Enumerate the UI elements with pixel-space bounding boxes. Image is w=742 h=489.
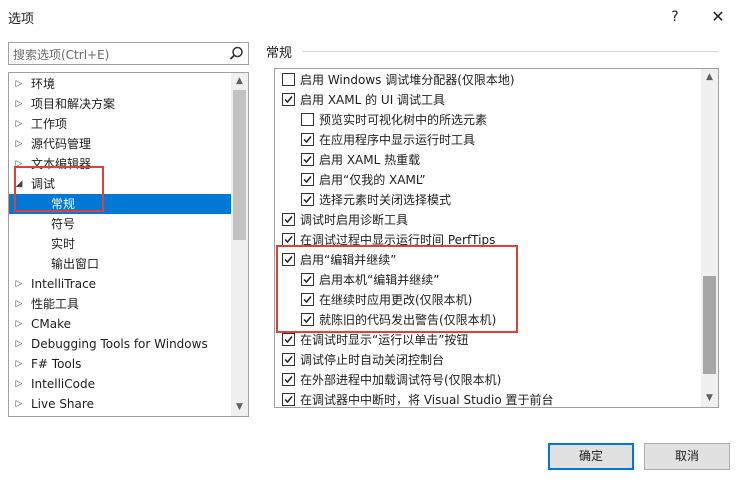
option-label: 预览实时可视化树中的所选元素 [319,113,488,127]
options-list[interactable]: 启用 Windows 调试堆分配器(仅限本地) 启用 XAML 的 UI 调试工具… [274,68,719,408]
tree-item-label: 项目和解决方案 [31,97,116,111]
tree-item[interactable]: ▷ 性能工具 [9,294,231,314]
option-label: 启用“仅我的 XAML” [319,173,426,187]
tree-item-label: IntelliCode [31,377,95,391]
checkmark-icon [303,156,312,164]
scroll-up-icon[interactable]: ▲ [231,73,248,90]
options-tree[interactable]: ▷ 环境 ▷ 项目和解决方案 ▷ 工作项 ▷ 源代码管理 ▷ 文本编辑器 ◢ 调试 常规 符号 实时 输出窗口… [8,72,249,417]
tree-item-label: 源代码管理 [31,137,92,151]
collapsed-arrow-icon[interactable]: ▷ [14,74,24,94]
checkbox-checked[interactable] [301,173,314,186]
tree-item-label: 工作项 [31,117,68,131]
tree-item-label: F# Tools [31,357,82,371]
collapsed-arrow-icon[interactable]: ▷ [14,294,24,314]
checkbox-checked[interactable] [282,93,295,106]
tree-item[interactable]: 符号 [9,214,231,234]
options-scroll-thumb[interactable] [703,276,716,374]
options-scrollbar[interactable]: ▲ ▼ [701,69,718,407]
checkmark-icon [284,376,293,384]
checkmark-icon [284,336,293,344]
scroll-down-icon[interactable]: ▼ [231,399,248,416]
option-label: 在外部进程中加载调试符号(仅限本机) [300,373,502,387]
search-icon[interactable] [228,45,245,62]
tree-item-label: CMake [31,317,71,331]
checkbox-unchecked[interactable] [301,113,314,126]
collapsed-arrow-icon[interactable]: ▷ [14,334,24,354]
collapsed-arrow-icon[interactable]: ▷ [14,314,24,334]
tree-item-label: Live Share [31,397,94,411]
collapsed-arrow-icon[interactable]: ▷ [14,274,24,294]
scroll-down-icon[interactable]: ▼ [701,390,718,407]
checkbox-checked[interactable] [282,393,295,406]
checkmark-icon [284,396,293,404]
tree-item-label: 符号 [51,217,76,231]
checkmark-icon [284,96,293,104]
checkbox-checked[interactable] [282,353,295,366]
option-label: 在调试器中中断时，将 Visual Studio 置于前台 [300,393,554,407]
help-button[interactable]: ? [664,6,686,28]
option-label: 选择元素时关闭选择模式 [319,193,452,207]
option-label: 启用 Windows 调试堆分配器(仅限本地) [300,73,515,87]
checkmark-icon [303,196,312,204]
highlight-box-edit-continue [276,245,518,333]
tree-item[interactable]: ▷ Live Share [9,394,231,414]
checkbox-unchecked[interactable] [282,73,295,86]
collapsed-arrow-icon[interactable]: ▷ [14,354,24,374]
tree-item[interactable]: ▷ 工作项 [9,114,231,134]
tree-item-label: 实时 [51,237,76,251]
tree-item-label: Debugging Tools for Windows [31,337,208,351]
tree-scrollbar[interactable]: ▲ ▼ [231,73,248,416]
checkmark-icon [284,236,293,244]
tree-item-label: IntelliTrace [31,277,97,291]
checkbox-checked[interactable] [301,193,314,206]
title-bar: 选项 ? ✕ [0,0,742,34]
option-label: 调试停止时自动关闭控制台 [300,353,445,367]
option-label: 启用 XAML 的 UI 调试工具 [300,93,446,107]
checkmark-icon [303,136,312,144]
checkbox-checked[interactable] [301,133,314,146]
cancel-button[interactable]: 取消 [644,443,730,470]
tree-item[interactable]: ▷ IntelliCode [9,374,231,394]
checkmark-icon [303,176,312,184]
option-label: 在调试时显示“运行以单击”按钮 [300,333,469,347]
tree-item[interactable]: ▷ 源代码管理 [9,134,231,154]
section-divider [302,51,718,52]
search-input[interactable]: 搜索选项(Ctrl+E) [8,42,249,65]
tree-item[interactable]: ▷ Debugging Tools for Windows [9,334,231,354]
option-label: 启用 XAML 热重载 [319,153,421,167]
collapsed-arrow-icon[interactable]: ▷ [14,114,24,134]
collapsed-arrow-icon[interactable]: ▷ [14,394,24,414]
tree-item[interactable]: ▷ 环境 [9,74,231,94]
tree-item[interactable]: ▷ IntelliTrace [9,274,231,294]
tree-item[interactable]: ▷ F# Tools [9,354,231,374]
checkbox-checked[interactable] [282,333,295,346]
close-button[interactable]: ✕ [706,5,730,29]
collapsed-arrow-icon[interactable]: ▷ [14,374,24,394]
checkbox-checked[interactable] [282,373,295,386]
checkmark-icon [284,356,293,364]
checkmark-icon [284,216,293,224]
tree-item[interactable]: 实时 [9,234,231,254]
tree-item-label: 环境 [31,77,56,91]
option-label: 调试时启用诊断工具 [300,213,409,227]
checkbox-checked[interactable] [282,213,295,226]
tree-item[interactable]: ▷ 项目和解决方案 [9,94,231,114]
tree-item-label: 输出窗口 [51,257,100,271]
option-label: 在应用程序中显示运行时工具 [319,133,476,147]
collapsed-arrow-icon[interactable]: ▷ [14,134,24,154]
tree-item-label: 性能工具 [31,297,80,311]
checkbox-checked[interactable] [301,153,314,166]
collapsed-arrow-icon[interactable]: ▷ [14,94,24,114]
ok-button[interactable]: 确定 [548,443,634,470]
scroll-up-icon[interactable]: ▲ [701,69,718,86]
window-title: 选项 [8,12,35,27]
tree-item[interactable]: 输出窗口 [9,254,231,274]
search-placeholder: 搜索选项(Ctrl+E) [13,48,110,62]
section-title: 常规 [266,46,293,61]
tree-scroll-thumb[interactable] [233,90,246,240]
tree-item[interactable]: ▷ CMake [9,314,231,334]
highlight-box-debug [14,166,104,212]
